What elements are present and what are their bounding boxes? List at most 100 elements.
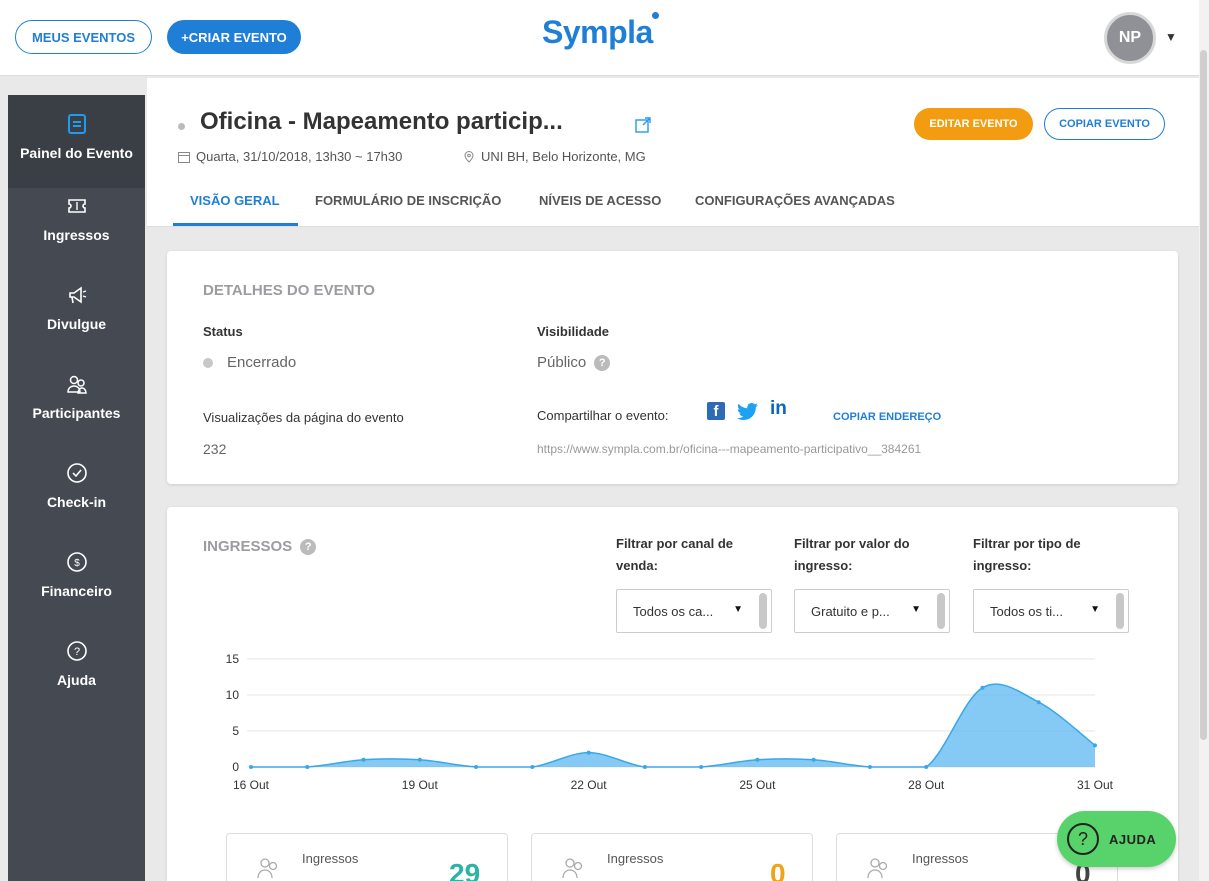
- sidebar-item-financial[interactable]: $ Financeiro: [8, 551, 145, 599]
- views-value: 232: [203, 441, 227, 457]
- filter-channel-label: Filtrar por canal de venda:: [616, 536, 734, 573]
- tab-registration-form[interactable]: FORMULÁRIO DE INSCRIÇÃO: [315, 193, 501, 208]
- my-events-button[interactable]: MEUS EVENTOS: [15, 20, 152, 54]
- y-tick-label: 0: [232, 760, 239, 774]
- tickets-title: INGRESSOS ?: [203, 538, 317, 555]
- help-tooltip-icon[interactable]: ?: [594, 354, 611, 371]
- visibility-label: Visibilidade: [537, 324, 610, 339]
- stat-label: Ingressos: [912, 851, 969, 866]
- event-title: Oficina - Mapeamento particip...: [200, 108, 563, 135]
- sidebar: Painel do Evento Ingressos Divulgue Part…: [8, 95, 145, 881]
- x-tick-label: 22 Out: [571, 778, 608, 792]
- help-icon: ?: [1067, 823, 1099, 855]
- filter-price-select[interactable]: Gratuito e p... ▼: [794, 589, 950, 633]
- edit-event-button[interactable]: EDITAR EVENTO: [914, 108, 1033, 140]
- event-location: UNI BH, Belo Horizonte, MG: [463, 149, 646, 164]
- chevron-down-icon: ▼: [911, 604, 921, 615]
- facebook-icon[interactable]: f: [707, 402, 725, 420]
- x-tick-label: 19 Out: [402, 778, 439, 792]
- svg-text:?: ?: [73, 646, 79, 658]
- data-point: [642, 765, 647, 769]
- sidebar-item-label: Ajuda: [57, 672, 96, 688]
- select-scrollbar: [937, 593, 945, 629]
- copy-address-link[interactable]: COPIAR ENDEREÇO: [833, 411, 941, 423]
- data-point: [305, 765, 310, 769]
- sidebar-item-label: Ingressos: [43, 227, 110, 243]
- chevron-down-icon: ▼: [1090, 604, 1100, 615]
- users-icon: [257, 858, 278, 879]
- twitter-icon[interactable]: [737, 403, 759, 421]
- event-header: Oficina - Mapeamento particip... EDITAR …: [147, 78, 1199, 227]
- sidebar-item-participants[interactable]: Participantes: [8, 373, 145, 421]
- filter-price-label: Filtrar por valor do ingresso:: [794, 536, 910, 573]
- visibility-text: Público: [537, 354, 587, 371]
- scrollbar-thumb[interactable]: [1200, 50, 1207, 740]
- location-pin-icon: [464, 150, 474, 163]
- create-event-button[interactable]: +CRIAR EVENTO: [167, 20, 301, 54]
- stat-value: 29: [449, 858, 481, 881]
- megaphone-icon: [68, 286, 86, 304]
- help-button-label: AJUDA: [1109, 831, 1157, 847]
- data-point: [699, 765, 704, 769]
- status-label: Status: [203, 324, 243, 339]
- stat-value: 0: [770, 858, 786, 881]
- data-point: [361, 757, 366, 762]
- tickets-title-text: INGRESSOS: [203, 538, 293, 555]
- linkedin-icon[interactable]: in: [770, 398, 787, 420]
- chevron-down-icon: ▼: [733, 604, 743, 615]
- sidebar-item-label: Financeiro: [41, 583, 112, 599]
- sidebar-item-checkin[interactable]: Check-in: [8, 462, 145, 510]
- chevron-down-icon[interactable]: ▼: [1165, 30, 1177, 44]
- sidebar-item-promote[interactable]: Divulgue: [8, 284, 145, 332]
- stat-card-confirmed: Ingressos 29: [226, 833, 508, 881]
- status-dot: [178, 123, 185, 130]
- active-tab-indicator: [173, 223, 298, 226]
- visibility-value: Público ?: [537, 354, 611, 371]
- data-point: [1093, 743, 1097, 748]
- data-point: [417, 757, 422, 762]
- data-point: [1036, 700, 1041, 705]
- event-date-text: Quarta, 31/10/2018, 13h30 ~ 17h30: [196, 149, 403, 164]
- status-text: Encerrado: [227, 354, 297, 371]
- event-details-card: DETALHES DO EVENTO Status Encerrado Visi…: [167, 251, 1178, 484]
- tab-access-levels[interactable]: NÍVEIS DE ACESSO: [539, 193, 661, 208]
- event-location-text: UNI BH, Belo Horizonte, MG: [481, 149, 646, 164]
- help-tooltip-icon[interactable]: ?: [300, 538, 317, 555]
- help-button[interactable]: ? AJUDA: [1057, 811, 1176, 867]
- dashboard-icon: [67, 114, 86, 134]
- event-url[interactable]: https://www.sympla.com.br/oficina---mape…: [537, 442, 921, 456]
- status-value: Encerrado: [203, 354, 296, 371]
- filter-channel-select[interactable]: Todos os ca... ▼: [616, 589, 772, 633]
- sidebar-item-help[interactable]: ? Ajuda: [8, 640, 145, 688]
- sidebar-item-label: Check-in: [46, 494, 107, 510]
- filter-type-select[interactable]: Todos os ti... ▼: [973, 589, 1129, 633]
- top-bar: MEUS EVENTOS +CRIAR EVENTO Sympla NP ▼: [0, 0, 1199, 76]
- tab-overview[interactable]: VISÃO GERAL: [190, 193, 280, 208]
- check-icon: [66, 463, 87, 483]
- external-link-icon[interactable]: [635, 117, 651, 133]
- sidebar-item-label: Divulgue: [46, 316, 107, 332]
- sympla-logo[interactable]: Sympla: [542, 14, 653, 51]
- section-title: DETALHES DO EVENTO: [203, 282, 375, 299]
- data-point: [755, 757, 760, 762]
- money-icon: $: [66, 552, 87, 572]
- users-icon: [562, 858, 583, 879]
- stat-label: Ingressos: [607, 851, 664, 866]
- stat-card-pending: Ingressos 0: [531, 833, 813, 881]
- data-point: [586, 750, 591, 755]
- data-point: [811, 757, 816, 762]
- sidebar-item-dashboard[interactable]: Painel do Evento: [8, 95, 145, 188]
- y-tick-label: 10: [226, 688, 240, 702]
- share-label: Compartilhar o evento:: [537, 408, 669, 423]
- sidebar-item-tickets[interactable]: Ingressos: [8, 195, 145, 243]
- sidebar-item-label: Participantes: [32, 405, 121, 421]
- filter-price-value: Gratuito e p...: [811, 603, 890, 619]
- data-point: [867, 765, 872, 769]
- tab-advanced-settings[interactable]: CONFIGURAÇÕES AVANÇADAS: [695, 193, 895, 208]
- copy-event-button[interactable]: COPIAR EVENTO: [1044, 108, 1165, 140]
- y-tick-label: 15: [226, 652, 240, 666]
- data-point: [530, 765, 535, 769]
- avatar[interactable]: NP: [1104, 12, 1156, 64]
- data-point: [980, 685, 985, 690]
- users-icon: [867, 858, 888, 879]
